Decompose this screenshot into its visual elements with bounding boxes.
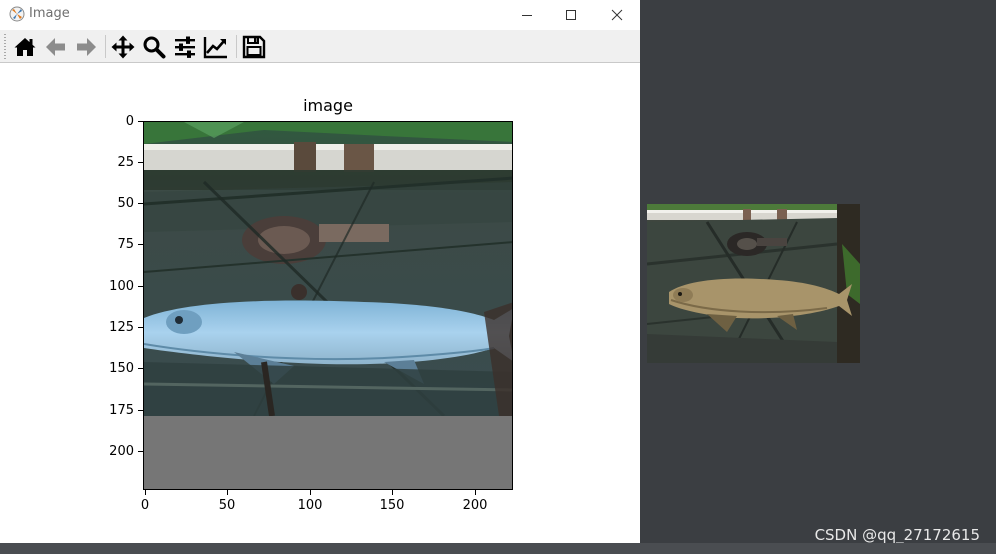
title-bar[interactable]: Image (0, 0, 640, 30)
close-icon (611, 9, 623, 21)
y-tick-label: 50 (117, 196, 134, 211)
magnifier-icon (143, 36, 166, 59)
y-tick-label: 200 (109, 444, 134, 459)
y-tick-label: 25 (117, 155, 134, 170)
line-chart-icon (203, 37, 227, 59)
zoom-button[interactable] (140, 33, 168, 61)
close-button[interactable] (594, 0, 640, 30)
x-tick-label: 50 (218, 498, 236, 513)
x-tick-label: 0 (140, 498, 150, 513)
navigation-toolbar (0, 30, 640, 63)
x-tick-mark (227, 490, 228, 495)
toolbar-separator (105, 35, 106, 58)
y-tick-mark (138, 327, 143, 328)
y-tick-label: 150 (109, 361, 134, 376)
forward-button[interactable] (72, 33, 100, 61)
y-tick-label: 175 (109, 403, 134, 418)
x-tick-mark (145, 490, 146, 495)
figure-canvas[interactable]: image 0 25 50 75 100 125 150 175 200 0 5… (0, 63, 640, 543)
toolbar-grip[interactable] (4, 34, 6, 59)
watermark-text: CSDN @qq_27172615 (814, 526, 980, 544)
y-tick-mark (138, 410, 143, 411)
y-tick-label: 75 (117, 237, 134, 252)
y-tick-mark (138, 244, 143, 245)
y-tick-mark (138, 162, 143, 163)
x-tick-mark (310, 490, 311, 495)
save-button[interactable] (240, 33, 268, 61)
configure-subplots-button[interactable] (171, 33, 199, 61)
x-tick-mark (475, 490, 476, 495)
x-tick-label: 150 (379, 498, 405, 513)
window-title: Image (29, 6, 70, 21)
home-icon (14, 38, 36, 56)
maximize-button[interactable] (548, 0, 594, 30)
matplotlib-window: Image image 0 25 50 75 100 125 150 175 2… (0, 0, 640, 543)
move-icon (111, 35, 135, 59)
floppy-disk-icon (242, 35, 266, 59)
y-tick-label: 0 (125, 114, 134, 129)
toolbar-separator (236, 35, 237, 58)
edit-axes-button[interactable] (202, 33, 230, 61)
maximize-icon (566, 10, 576, 20)
y-tick-mark (138, 286, 143, 287)
minimize-button[interactable] (504, 0, 550, 30)
image-axes[interactable] (143, 121, 513, 490)
displayed-fish-image (144, 122, 512, 416)
y-tick-label: 125 (109, 320, 134, 335)
original-fish-image (647, 204, 860, 363)
sliders-icon (175, 36, 195, 58)
y-tick-mark (138, 121, 143, 122)
arrow-left-icon (46, 38, 65, 56)
pan-button[interactable] (109, 33, 137, 61)
y-tick-mark (138, 368, 143, 369)
taskbar-strip (0, 543, 996, 554)
matplotlib-logo-icon (9, 6, 25, 22)
back-button[interactable] (42, 33, 70, 61)
arrow-right-icon (77, 38, 96, 56)
x-tick-label: 100 (297, 498, 323, 513)
minimize-icon (522, 15, 532, 16)
y-tick-mark (138, 203, 143, 204)
x-tick-label: 200 (462, 498, 488, 513)
y-tick-label: 100 (109, 279, 134, 294)
axes-title: image (303, 96, 353, 115)
y-tick-mark (138, 451, 143, 452)
home-button[interactable] (11, 33, 39, 61)
image-padding-area (144, 416, 512, 489)
x-tick-mark (392, 490, 393, 495)
